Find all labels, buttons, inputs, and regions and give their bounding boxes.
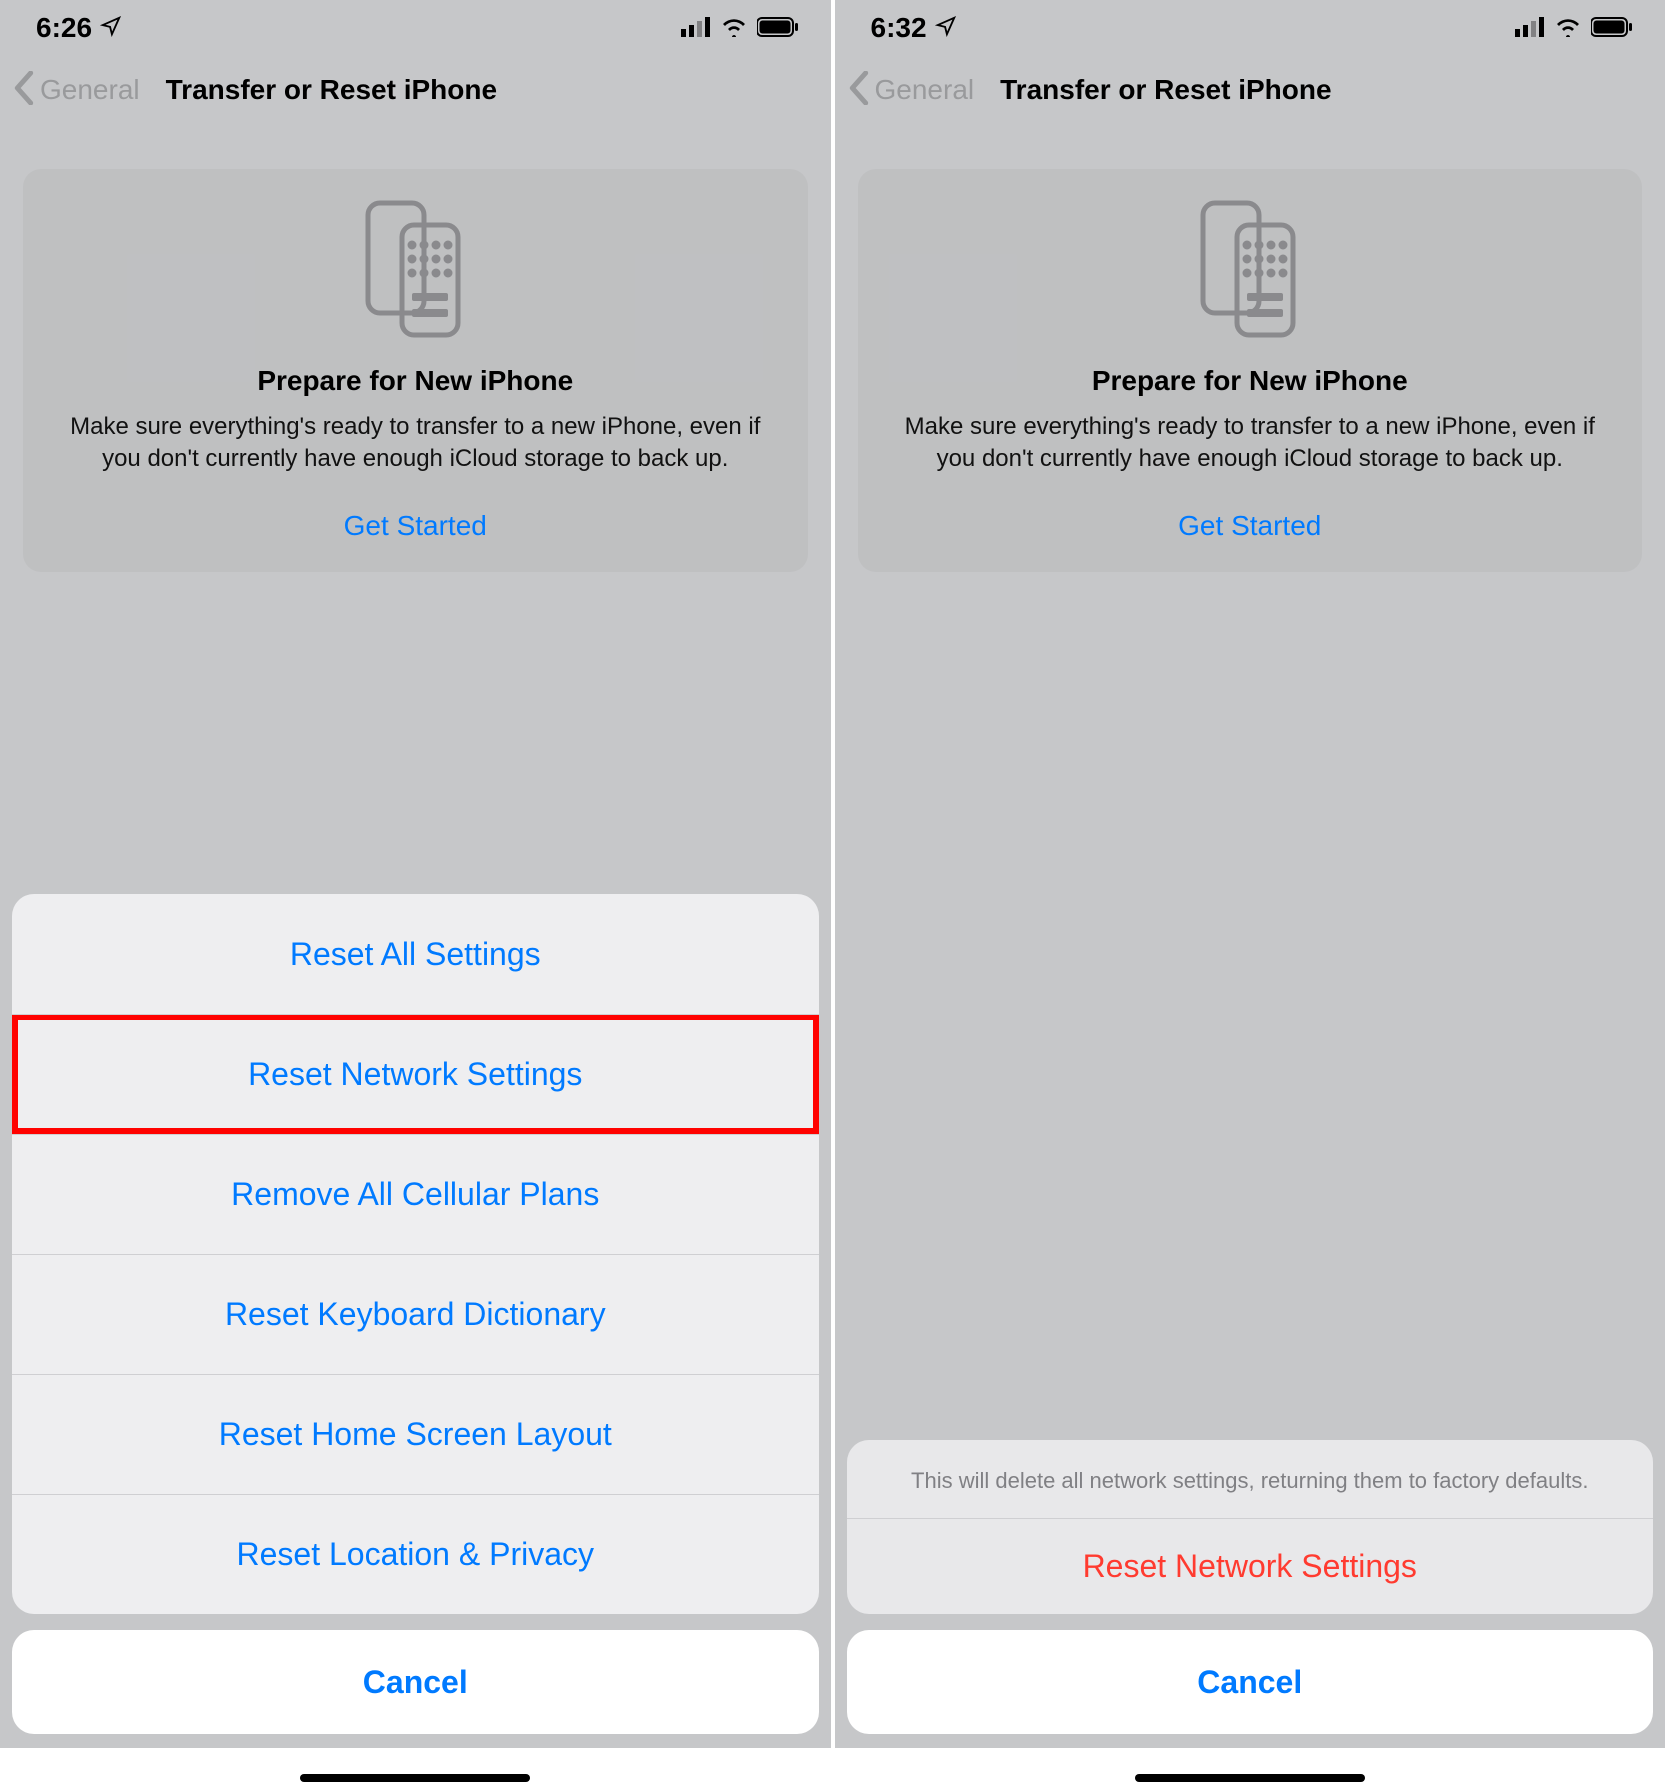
- prepare-card: Prepare for New iPhone Make sure everyth…: [23, 169, 808, 572]
- cancel-button[interactable]: Cancel: [12, 1630, 819, 1734]
- screenshot-right: 6:32 General Transfer or Reset iPhone: [835, 0, 1665, 1792]
- back-label[interactable]: General: [40, 74, 140, 106]
- obscured-row: [835, 1748, 1665, 1792]
- nav-bar: General Transfer or Reset iPhone: [0, 55, 831, 125]
- status-time: 6:32: [871, 12, 927, 44]
- get-started-link[interactable]: Get Started: [886, 510, 1615, 542]
- nav-title: Transfer or Reset iPhone: [1000, 74, 1331, 106]
- status-bar: 6:32: [835, 0, 1665, 55]
- back-label[interactable]: General: [875, 74, 975, 106]
- action-sheet: This will delete all network settings, r…: [847, 1440, 1654, 1792]
- action-sheet: Reset All Settings Reset Network Setting…: [12, 894, 819, 1792]
- back-chevron-icon[interactable]: [849, 71, 869, 110]
- card-title: Prepare for New iPhone: [51, 365, 780, 397]
- status-time: 6:26: [36, 12, 92, 44]
- phones-icon: [886, 197, 1615, 345]
- status-right: [1515, 12, 1633, 44]
- card-desc: Make sure everything's ready to transfer…: [886, 411, 1615, 476]
- screenshot-left: 6:26 General Transfer or Reset iPhone: [0, 0, 831, 1792]
- prepare-card: Prepare for New iPhone Make sure everyth…: [858, 169, 1643, 572]
- status-left: 6:32: [871, 12, 957, 44]
- signal-icon: [1515, 12, 1545, 44]
- sheet-group: This will delete all network settings, r…: [847, 1440, 1654, 1614]
- reset-network-settings-confirm[interactable]: Reset Network Settings: [847, 1518, 1654, 1614]
- back-chevron-icon[interactable]: [14, 71, 34, 110]
- phones-icon: [51, 197, 780, 345]
- battery-icon: [757, 12, 799, 44]
- location-icon: [935, 12, 957, 44]
- wifi-icon: [1555, 12, 1581, 44]
- home-indicator[interactable]: [300, 1774, 530, 1782]
- home-indicator[interactable]: [1135, 1774, 1365, 1782]
- remove-cellular-plans-item[interactable]: Remove All Cellular Plans: [12, 1134, 819, 1254]
- reset-keyboard-dictionary-item[interactable]: Reset Keyboard Dictionary: [12, 1254, 819, 1374]
- obscured-row: [0, 1748, 831, 1792]
- location-icon: [100, 12, 122, 44]
- cancel-button[interactable]: Cancel: [847, 1630, 1654, 1734]
- reset-location-privacy-item[interactable]: Reset Location & Privacy: [12, 1494, 819, 1614]
- card-title: Prepare for New iPhone: [886, 365, 1615, 397]
- status-bar: 6:26: [0, 0, 831, 55]
- reset-all-settings-item[interactable]: Reset All Settings: [12, 894, 819, 1014]
- nav-bar: General Transfer or Reset iPhone: [835, 55, 1665, 125]
- sheet-group: Reset All Settings Reset Network Setting…: [12, 894, 819, 1614]
- battery-icon: [1591, 12, 1633, 44]
- wifi-icon: [721, 12, 747, 44]
- nav-title: Transfer or Reset iPhone: [166, 74, 497, 106]
- card-desc: Make sure everything's ready to transfer…: [51, 411, 780, 476]
- status-left: 6:26: [36, 12, 122, 44]
- reset-network-settings-item[interactable]: Reset Network Settings: [12, 1014, 819, 1134]
- sheet-header: This will delete all network settings, r…: [847, 1440, 1654, 1518]
- reset-home-screen-layout-item[interactable]: Reset Home Screen Layout: [12, 1374, 819, 1494]
- status-right: [681, 12, 799, 44]
- get-started-link[interactable]: Get Started: [51, 510, 780, 542]
- signal-icon: [681, 12, 711, 44]
